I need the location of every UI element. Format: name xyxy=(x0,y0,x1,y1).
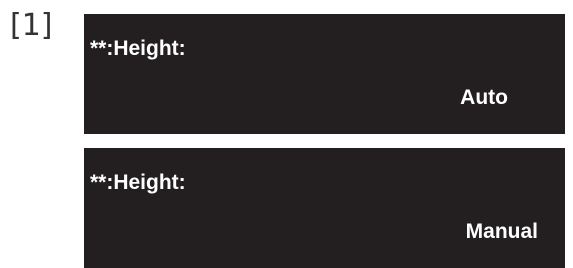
lcd-display-panel-auto: **:Height: Auto xyxy=(84,14,565,134)
height-setting-value: Manual xyxy=(465,220,538,243)
height-setting-value: Auto xyxy=(460,86,508,109)
height-setting-title: **:Height: xyxy=(90,171,186,194)
height-setting-title: **:Height: xyxy=(90,37,186,60)
lcd-display-panel-manual: **:Height: Manual xyxy=(84,148,565,268)
step-number-label: [1] xyxy=(10,8,53,43)
